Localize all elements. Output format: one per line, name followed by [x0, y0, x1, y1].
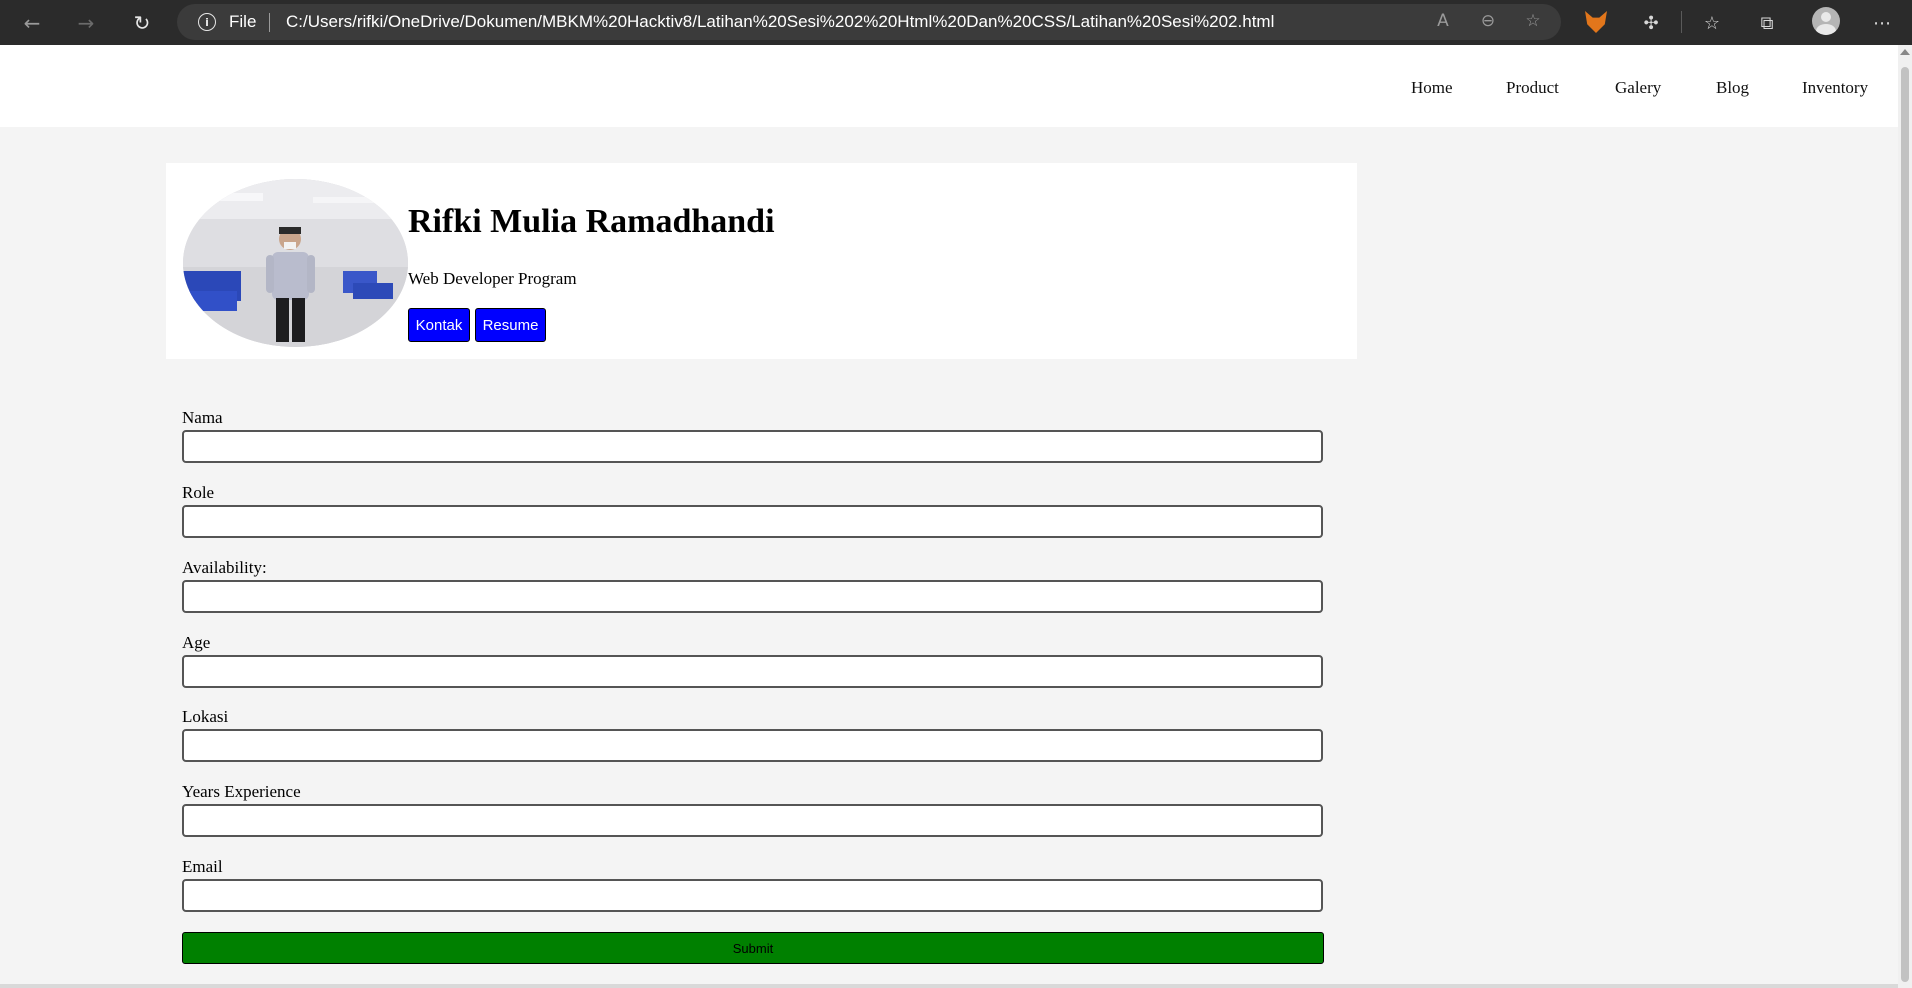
nav-link-galery[interactable]: Galery: [1615, 78, 1661, 98]
profile-avatar-icon[interactable]: [1812, 7, 1840, 35]
more-menu-icon[interactable]: ⋯: [1868, 9, 1896, 37]
address-divider: [269, 13, 270, 32]
kontak-button[interactable]: Kontak: [408, 308, 470, 342]
age-input[interactable]: [182, 655, 1323, 688]
profile-name: Rifki Mulia Ramadhandi: [408, 203, 775, 240]
scrollbar-thumb[interactable]: [1901, 67, 1909, 982]
nav-link-product[interactable]: Product: [1506, 78, 1559, 98]
nama-input[interactable]: [182, 430, 1323, 463]
nav-link-home[interactable]: Home: [1411, 78, 1453, 98]
availability-label: Availability:: [182, 558, 267, 577]
profile-role: Web Developer Program: [408, 269, 577, 288]
reload-icon[interactable]: ↻: [127, 8, 157, 38]
email-input[interactable]: [182, 879, 1323, 912]
nama-label: Nama: [182, 408, 223, 427]
vertical-scrollbar[interactable]: [1898, 45, 1912, 988]
info-icon[interactable]: i: [198, 13, 216, 31]
top-navigation: Home Product Galery Blog Inventory: [0, 45, 1898, 127]
add-favorite-icon[interactable]: ☆: [1521, 11, 1545, 31]
scroll-up-arrow-icon[interactable]: [1900, 49, 1910, 55]
resume-button[interactable]: Resume: [475, 308, 546, 342]
availability-input[interactable]: [182, 580, 1323, 613]
lokasi-input[interactable]: [182, 729, 1323, 762]
read-aloud-icon[interactable]: A: [1431, 11, 1455, 31]
years-experience-label: Years Experience: [182, 782, 301, 801]
collections-icon[interactable]: ⧉: [1753, 9, 1781, 37]
forward-arrow-icon[interactable]: →: [71, 8, 101, 38]
nav-link-blog[interactable]: Blog: [1716, 78, 1749, 98]
address-url[interactable]: C:/Users/rifki/OneDrive/Dokumen/MBKM%20H…: [286, 12, 1274, 32]
address-file-label: File: [229, 12, 257, 31]
metamask-fox-icon[interactable]: [1585, 11, 1607, 33]
nav-link-inventory[interactable]: Inventory: [1802, 78, 1868, 98]
lokasi-label: Lokasi: [182, 707, 229, 726]
favorites-icon[interactable]: ☆: [1698, 9, 1726, 37]
email-label: Email: [182, 857, 223, 876]
profile-photo: [183, 179, 408, 347]
zoom-out-icon[interactable]: ⊖: [1476, 11, 1500, 31]
submit-button[interactable]: Submit: [182, 932, 1324, 964]
age-label: Age: [182, 633, 211, 652]
years-experience-input[interactable]: [182, 804, 1323, 837]
toolbar-divider: [1681, 11, 1682, 33]
back-arrow-icon[interactable]: ←: [17, 8, 47, 38]
role-input[interactable]: [182, 505, 1323, 538]
address-bar[interactable]: i File C:/Users/rifki/OneDrive/Dokumen/M…: [177, 4, 1561, 40]
role-label: Role: [182, 483, 215, 502]
window-bottom-edge: [0, 984, 1898, 988]
profile-card: Rifki Mulia Ramadhandi Web Developer Pro…: [166, 163, 1357, 359]
extensions-puzzle-icon[interactable]: ✣: [1637, 9, 1665, 37]
browser-toolbar: ← → ↻ i File C:/Users/rifki/OneDrive/Dok…: [0, 0, 1912, 45]
